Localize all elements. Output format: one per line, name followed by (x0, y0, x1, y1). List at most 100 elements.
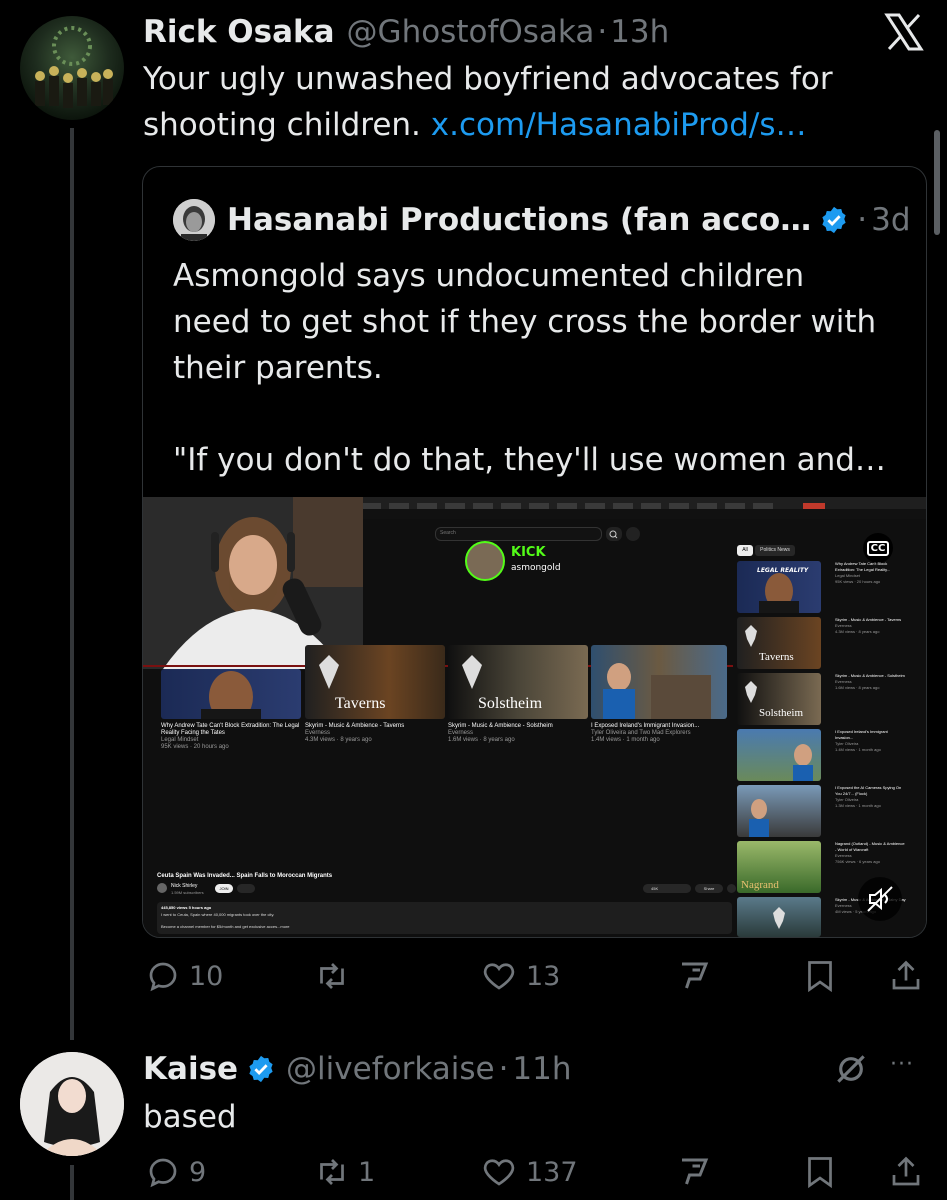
grid-title-4[interactable]: I Exposed Ireland's Immigrant Invasion..… (591, 723, 727, 744)
grid-meta: 1.6M views · 8 years ago (448, 737, 515, 743)
kick-avatar[interactable] (465, 541, 505, 581)
sidebar-thumb-5[interactable] (737, 785, 821, 837)
sidebar-thumb-2[interactable]: Taverns (737, 617, 821, 669)
more-options-icon[interactable]: ··· (890, 1052, 914, 1077)
grok-analyze-icon[interactable] (832, 1050, 870, 1088)
quote-time[interactable]: 3d (871, 202, 910, 238)
quote-author-name[interactable]: Hasanabi Productions (fan acco… (227, 202, 811, 238)
streamer-webcam (143, 497, 363, 669)
scrollbar[interactable] (934, 130, 940, 235)
quote-avatar[interactable] (173, 199, 215, 241)
chip-politics[interactable]: Politics News (755, 545, 795, 556)
captions-button[interactable]: CC (863, 533, 893, 563)
share-pill[interactable]: Share (695, 884, 723, 893)
sidebar-meta: 1.3M views · 1 month ago (835, 803, 881, 808)
x-logo-icon[interactable] (884, 12, 924, 52)
sidebar-meta: 1.6M views · 8 years ago (835, 685, 880, 690)
crowd-photo-icon (35, 26, 113, 108)
retweet-button[interactable]: 1 (312, 1152, 375, 1192)
mute-button[interactable] (858, 877, 902, 921)
sidebar-meta: 756K views · 6 years ago (835, 859, 880, 864)
sidebar-overlay: LEGAL REALITY (757, 567, 809, 574)
video-media[interactable]: Search KICK asmongold CC All Politics Ne… (143, 497, 926, 937)
grid-channel: Tyler Oliveira and Two Mad Explorers (591, 730, 691, 736)
grok-button[interactable] (676, 1152, 712, 1192)
quote-card[interactable]: Hasanabi Productions (fan acco… · 3d Asm… (142, 166, 927, 938)
grid-title-text: Skyrim - Music & Ambience - Taverns (305, 723, 405, 729)
sidebar-thumb-3[interactable]: Solstheim (737, 673, 821, 725)
share-button[interactable] (888, 956, 924, 996)
grid-thumb-3[interactable]: Solstheim (448, 645, 588, 719)
search-icon[interactable] (606, 527, 622, 541)
sidebar-thumb-4[interactable] (737, 729, 821, 781)
reply-button[interactable]: 10 (145, 956, 223, 996)
reply-button[interactable]: 9 (145, 1152, 206, 1192)
sidebar-meta: 4.3M views · 8 years ago (835, 629, 880, 634)
sidebar-text-6[interactable]: Nagrand (Outland) - Music & Ambience - W… (835, 841, 907, 865)
bookmark-button[interactable] (804, 956, 836, 996)
reply-handle[interactable]: @liveforkaise (286, 1051, 495, 1087)
more-pill[interactable] (727, 884, 736, 893)
grok-icon (682, 962, 709, 989)
share-icon (892, 1156, 920, 1186)
like-button[interactable]: 13 (480, 956, 560, 996)
reply-text: based (143, 1099, 237, 1135)
heart-icon (483, 1159, 515, 1186)
grid-title-text: Why Andrew Tate Can't Block Extradition:… (161, 723, 300, 736)
retweet-count: 1 (358, 1156, 376, 1188)
channel-avatar[interactable] (157, 883, 167, 893)
sidebar-text-4[interactable]: I Exposed Ireland's Immigrant Invasion..… (835, 729, 907, 753)
avatar-rick-osaka[interactable] (20, 16, 124, 120)
thread-line (70, 128, 74, 1040)
yt-search-input[interactable]: Search (435, 527, 602, 541)
reply-count: 9 (189, 1156, 207, 1188)
grid-thumb-2[interactable]: Taverns (305, 645, 445, 719)
grid-thumb-1[interactable] (161, 669, 301, 719)
grid-title-1[interactable]: Why Andrew Tate Can't Block Extradition:… (161, 723, 301, 751)
sidebar-thumb-7[interactable] (737, 897, 821, 937)
like-button[interactable]: 137 (480, 1152, 578, 1192)
description-box[interactable]: 445,850 views 5 hours ago I went to Ceut… (157, 902, 732, 934)
tweet-time[interactable]: 13h (610, 14, 669, 50)
sidebar-thumb-1[interactable]: LEGAL REALITY (737, 561, 821, 613)
author-name[interactable]: Rick Osaka (143, 14, 335, 50)
bookmark-button[interactable] (804, 1152, 836, 1192)
mic-icon[interactable] (626, 527, 640, 541)
sidebar-title: Why Andrew Tate Can't Block Extradition:… (835, 561, 891, 572)
grid-meta: 95K views · 20 hours ago (161, 744, 229, 750)
subscribe-button[interactable] (237, 884, 255, 893)
grid-title-3[interactable]: Skyrim - Music & Ambience - Solstheim Ev… (448, 723, 588, 744)
browser-toolbar (361, 509, 926, 519)
author-handle[interactable]: @GhostofOsaka (347, 14, 595, 50)
grid-title-2[interactable]: Skyrim - Music & Ambience - Taverns Ever… (305, 723, 445, 744)
grid-thumb-4[interactable] (591, 645, 727, 719)
sidebar-text-3[interactable]: Skyrim - Music & Ambience - Solstheim Ev… (835, 673, 907, 691)
share-button[interactable] (888, 1152, 924, 1192)
sidebar-overlay: Solstheim (759, 707, 804, 719)
reply-author-name[interactable]: Kaise (143, 1051, 238, 1087)
sidebar-text-5[interactable]: I Exposed the AI Cameras Spying On You 2… (835, 785, 907, 809)
cc-label: CC (866, 540, 890, 556)
sidebar-title: Nagrand (Outland) - Music & Ambience - W… (835, 841, 905, 852)
sidebar-meta: 1.4M views · 1 month ago (835, 747, 881, 752)
tweet-link[interactable]: x.com/HasanabiProd/s… (431, 107, 807, 143)
grok-button[interactable] (676, 956, 712, 996)
sidebar-text-2[interactable]: Skyrim - Music & Ambience - Taverns Ever… (835, 617, 907, 635)
quote-text-line: their parents. (173, 350, 383, 386)
retweet-button[interactable] (312, 956, 358, 996)
verified-icon (246, 1054, 276, 1084)
like-pill[interactable]: 45K (643, 884, 691, 893)
reply-time[interactable]: 11h (512, 1051, 571, 1087)
sidebar-thumb-6[interactable]: Nagrand (737, 841, 821, 893)
like-count: 45K (651, 886, 659, 891)
quote-text: Asmongold says undocumented children nee… (173, 253, 913, 483)
grid-meta: 1.4M views · 1 month ago (591, 737, 660, 743)
sidebar-text-1[interactable]: Why Andrew Tate Can't Block Extradition:… (835, 561, 907, 585)
avatar-kaise[interactable] (20, 1052, 124, 1156)
channel-name[interactable]: Nick Shirley (171, 883, 197, 889)
face-photo-icon (173, 199, 215, 241)
chip-all[interactable]: All (737, 545, 753, 556)
join-button[interactable]: JOIN (215, 884, 233, 893)
kick-label: KICK (511, 545, 546, 560)
kick-username: asmongold (511, 563, 561, 573)
